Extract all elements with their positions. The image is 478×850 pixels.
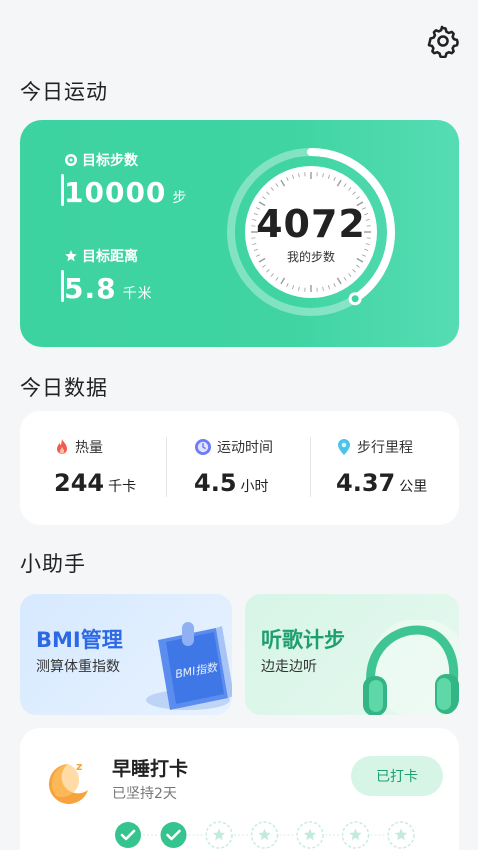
day-checked-icon: [160, 822, 187, 848]
metric-exercise-time: 运动时间 4.5 小时: [194, 437, 273, 497]
section-title-today-data: 今日数据: [20, 376, 108, 400]
metric-calories-label: 热量: [75, 440, 103, 456]
goal-steps-unit: 步: [172, 190, 188, 206]
metric-exercise-time-label: 运动时间: [217, 440, 273, 456]
metric-calories-unit: 千卡: [108, 479, 137, 495]
gear-icon: [427, 25, 459, 59]
day-pending-icon: [341, 821, 370, 849]
target-icon: [65, 154, 77, 166]
metric-calories-value: 244: [54, 469, 105, 497]
metric-walk-distance-value: 4.37: [336, 469, 396, 497]
goal-distance: 目标距离 5.8 千米: [61, 246, 153, 305]
bmi-title: BMI管理: [36, 628, 123, 652]
goal-steps-value: 10000: [64, 176, 167, 209]
music-steps-card[interactable]: 听歌计步 边走边听: [245, 594, 459, 715]
bmi-subtitle: 测算体重指数: [36, 659, 120, 675]
moon-icon: z: [48, 760, 88, 804]
star-icon: [65, 250, 77, 262]
music-subtitle: 边走边听: [261, 659, 317, 675]
metric-divider: [310, 437, 311, 497]
settings-button[interactable]: [426, 24, 460, 59]
flame-icon: [57, 439, 67, 454]
metric-exercise-time-unit: 小时: [240, 479, 269, 495]
steps-caption: 我的步数: [286, 250, 335, 264]
goal-steps-bar: [61, 174, 64, 206]
goal-steps-label: 目标步数: [82, 153, 138, 169]
steps-count: 4072: [256, 202, 366, 246]
section-title-assistant: 小助手: [20, 552, 86, 576]
metric-walk-distance: 步行里程 4.37 公里: [336, 437, 427, 497]
day-pending-icon: [296, 821, 324, 849]
goal-distance-unit: 千米: [122, 286, 153, 302]
goal-distance-label: 目标距离: [82, 249, 138, 265]
day-pending-icon: [250, 821, 279, 849]
metric-walk-distance-unit: 公里: [399, 479, 428, 495]
metric-calories: 热量 244 千卡: [54, 437, 136, 497]
goal-steps: 目标步数 10000 步: [61, 150, 188, 209]
day-pending-icon: [387, 821, 415, 849]
metric-walk-distance-label: 步行里程: [357, 440, 413, 456]
metric-exercise-time-value: 4.5: [194, 469, 237, 497]
day-checked-icon: [115, 822, 141, 848]
checkin-days-row: [115, 821, 415, 849]
goal-distance-bar: [61, 270, 64, 302]
section-title-today-exercise: 今日运动: [20, 80, 108, 104]
bmi-book-illustration: BMI指数: [146, 622, 232, 710]
sleep-subtitle: 已坚持2天: [112, 786, 177, 802]
goal-distance-value: 5.8: [64, 272, 117, 305]
sleep-checkin-card: z 早睡打卡 已坚持2天 已打卡: [20, 728, 459, 850]
day-pending-icon: [205, 821, 233, 849]
steps-progress-knob: [348, 292, 362, 306]
metric-divider: [166, 437, 167, 497]
sleep-title: 早睡打卡: [112, 758, 189, 780]
svg-text:z: z: [76, 760, 82, 773]
music-title: 听歌计步: [261, 628, 345, 652]
clock-icon: [195, 439, 211, 455]
location-pin-icon: [338, 439, 350, 455]
bmi-management-card[interactable]: BMI管理 测算体重指数 BMI指数: [20, 594, 232, 715]
checked-in-button[interactable]: 已打卡: [351, 756, 443, 796]
today-data-card: 热量 244 千卡 运动时间 4.5 小时 步行里程 4.37 公里: [20, 411, 459, 525]
today-exercise-card[interactable]: 目标步数 10000 步 目标距离 5.8 千米 4072 我的步数: [20, 120, 459, 347]
headphones-icon: [363, 620, 459, 715]
